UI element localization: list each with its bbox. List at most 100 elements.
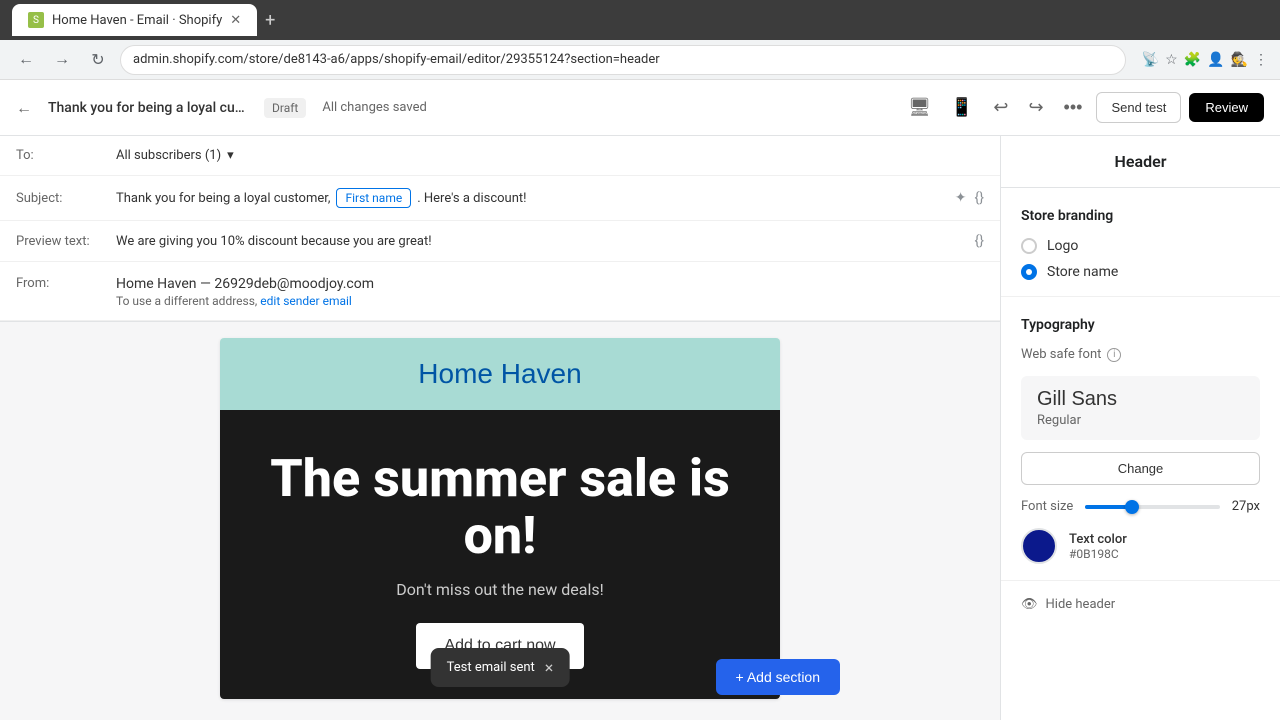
desktop-view-button[interactable]: 🖥 (902, 91, 937, 124)
app-header: ← Thank you for being a loyal custome...… (0, 80, 1280, 136)
emoji-icon[interactable]: {} (975, 190, 984, 206)
main-layout: To: All subscribers (1) ▾ Subject: Thank… (0, 136, 1280, 720)
browser-action-icons: 📡 ☆ 🧩 👤 🕵 ⋮ (1142, 52, 1268, 68)
web-safe-row: Web safe font i (1021, 347, 1260, 362)
email-header-section[interactable]: Home Haven (220, 338, 780, 410)
text-color-swatch[interactable] (1021, 528, 1057, 564)
from-sub-text: To use a different address, edit sender … (116, 294, 374, 308)
preview-field: Preview text: We are giving you 10% disc… (0, 221, 1000, 262)
saved-status: All changes saved (322, 100, 427, 115)
back-to-emails-icon[interactable]: ← (16, 98, 32, 118)
header-actions: 🖥 📱 ↩ ↪ ••• Send test Review (902, 91, 1264, 124)
hide-header-row[interactable]: 👁 Hide header (1001, 581, 1280, 628)
incognito-icon[interactable]: 🕵 (1231, 52, 1248, 68)
text-color-row: Text color #0B198C (1021, 528, 1260, 564)
first-name-pill[interactable]: First name (336, 188, 411, 208)
from-container: Home Haven — 26929deb@moodjoy.com To use… (116, 276, 374, 308)
subject-field: Subject: Thank you for being a loyal cus… (0, 176, 1000, 221)
more-options-button[interactable]: ••• (1058, 91, 1089, 124)
address-bar[interactable]: admin.shopify.com/store/de8143-a6/apps/s… (120, 45, 1126, 75)
tab-title: Home Haven - Email · Shopify (52, 13, 222, 28)
text-color-label: Text color (1069, 532, 1127, 547)
subject-label: Subject: (16, 191, 116, 206)
logo-radio-label: Logo (1047, 238, 1078, 254)
to-field: To: All subscribers (1) ▾ (0, 136, 1000, 176)
toast-message: Test email sent (447, 660, 535, 675)
preview-value[interactable]: We are giving you 10% discount because y… (116, 234, 975, 249)
email-preview: Home Haven The summer sale is on! Don't … (0, 322, 1000, 715)
logo-radio-circle[interactable] (1021, 238, 1037, 254)
bookmark-icon[interactable]: ☆ (1165, 52, 1178, 68)
store-name-radio-circle[interactable] (1021, 264, 1037, 280)
font-display: Gill Sans Regular (1021, 376, 1260, 440)
add-section-button[interactable]: + Add section (716, 659, 840, 695)
browser-chrome: S Home Haven - Email · Shopify ✕ + (0, 0, 1280, 40)
extensions-icon[interactable]: 🧩 (1184, 52, 1201, 68)
tab-close-icon[interactable]: ✕ (230, 13, 241, 28)
profile-icon[interactable]: 👤 (1207, 52, 1224, 68)
undo-button[interactable]: ↩ (987, 91, 1014, 124)
text-color-hex: #0B198C (1069, 547, 1127, 561)
mobile-view-button[interactable]: 📱 (945, 91, 979, 124)
forward-button[interactable]: → (48, 46, 76, 74)
font-name: Gill Sans (1037, 388, 1244, 411)
right-sidebar: Header Store branding Logo Store name Ty… (1000, 136, 1280, 720)
to-dropdown-icon[interactable]: ▾ (227, 148, 234, 163)
email-fields: To: All subscribers (1) ▾ Subject: Thank… (0, 136, 1000, 322)
send-test-button[interactable]: Send test (1096, 92, 1181, 123)
preview-label: Preview text: (16, 234, 116, 249)
menu-icon[interactable]: ⋮ (1254, 52, 1268, 68)
font-size-value: 27px (1232, 499, 1260, 514)
logo-radio-item[interactable]: Logo (1021, 238, 1260, 254)
to-label: To: (16, 148, 116, 163)
review-button[interactable]: Review (1189, 93, 1264, 122)
text-color-info: Text color #0B198C (1069, 532, 1127, 561)
editor-area: To: All subscribers (1) ▾ Subject: Thank… (0, 136, 1000, 720)
cast-icon[interactable]: 📡 (1142, 52, 1159, 68)
email-subtext: Don't miss out the new deals! (250, 580, 750, 599)
web-safe-label: Web safe font (1021, 347, 1101, 362)
preview-emoji-icon[interactable]: {} (975, 233, 984, 249)
redo-button[interactable]: ↪ (1022, 91, 1049, 124)
store-branding-section: Store branding Logo Store name (1001, 188, 1280, 297)
font-style: Regular (1037, 413, 1244, 428)
email-headline: The summer sale is on! (250, 450, 750, 564)
preview-icons: {} (975, 233, 984, 249)
typography-section: Typography Web safe font i Gill Sans Reg… (1001, 297, 1280, 581)
subject-value[interactable]: Thank you for being a loyal customer, Fi… (116, 188, 955, 208)
store-name-radio-item[interactable]: Store name (1021, 264, 1260, 280)
font-size-slider[interactable] (1085, 505, 1219, 509)
address-text: admin.shopify.com/store/de8143-a6/apps/s… (133, 52, 660, 67)
subject-suffix: . Here's a discount! (417, 191, 526, 206)
branding-radio-group: Logo Store name (1021, 238, 1260, 280)
web-safe-info-icon[interactable]: i (1107, 348, 1121, 362)
browser-controls: ← → ↻ admin.shopify.com/store/de8143-a6/… (0, 40, 1280, 80)
tab-favicon: S (28, 12, 44, 28)
to-value[interactable]: All subscribers (1) ▾ (116, 148, 984, 163)
toast-notification: Test email sent × (431, 648, 570, 687)
email-body: Home Haven The summer sale is on! Don't … (220, 338, 780, 699)
browser-tab[interactable]: S Home Haven - Email · Shopify ✕ (12, 4, 257, 36)
font-size-slider-container[interactable] (1085, 505, 1219, 509)
store-branding-title: Store branding (1021, 208, 1260, 224)
font-size-row: Font size 27px (1021, 499, 1260, 514)
from-value: Home Haven — 26929deb@moodjoy.com (116, 276, 374, 292)
email-title: Thank you for being a loyal custome... (48, 100, 248, 116)
email-store-name: Home Haven (240, 358, 760, 390)
subject-prefix: Thank you for being a loyal customer, (116, 191, 330, 206)
change-font-button[interactable]: Change (1021, 452, 1260, 485)
new-tab-button[interactable]: + (265, 10, 275, 31)
font-size-label: Font size (1021, 499, 1073, 514)
toast-close-button[interactable]: × (545, 658, 554, 677)
subject-icons: ✦ {} (955, 190, 984, 206)
personalize-icon[interactable]: ✦ (955, 190, 967, 206)
eye-icon: 👁 (1021, 597, 1038, 612)
back-button[interactable]: ← (12, 46, 40, 74)
edit-sender-link[interactable]: edit sender email (260, 294, 352, 308)
draft-badge: Draft (264, 98, 306, 118)
store-name-radio-label: Store name (1047, 264, 1118, 280)
hide-header-label: Hide header (1046, 597, 1116, 612)
slider-thumb[interactable] (1125, 500, 1139, 514)
typography-title: Typography (1021, 317, 1260, 333)
refresh-button[interactable]: ↻ (84, 46, 112, 74)
